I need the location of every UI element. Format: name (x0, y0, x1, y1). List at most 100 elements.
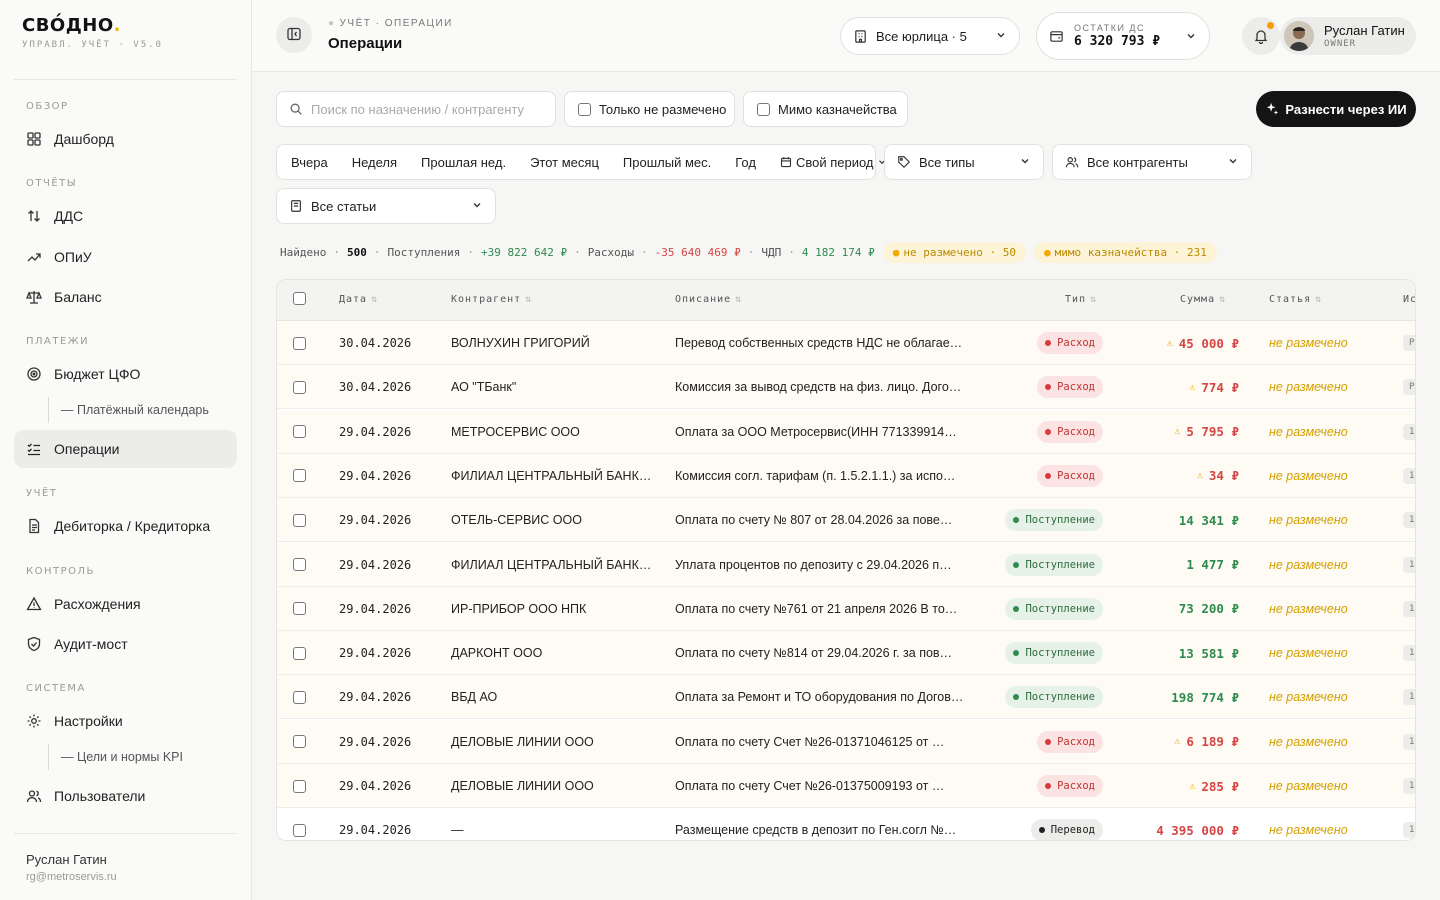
user-menu[interactable]: Руслан Гатин OWNER (1280, 17, 1416, 55)
counterparty-filter[interactable]: Все контрагенты (1052, 144, 1252, 180)
row-article[interactable]: не размечено (1269, 543, 1389, 587)
row-amount-value: 198 774 ₽ (1171, 689, 1239, 705)
period-this-month[interactable]: Этот месяц (518, 155, 611, 170)
select-all-checkbox[interactable] (293, 292, 306, 308)
row-counterparty[interactable]: — (451, 808, 651, 840)
period-year[interactable]: Год (723, 155, 768, 170)
row-checkbox[interactable] (293, 410, 306, 454)
row-article[interactable]: не размечено (1269, 365, 1389, 409)
bypass-treasury-checkbox[interactable]: Мимо казначейства (743, 91, 908, 127)
row-article[interactable]: не размечено (1269, 631, 1389, 675)
row-checkbox[interactable] (293, 675, 306, 719)
row-checkbox[interactable] (293, 498, 306, 542)
row-counterparty[interactable]: ВБД АО (451, 675, 651, 719)
row-counterparty[interactable]: МЕТРОСЕРВИС ООО (451, 410, 651, 454)
notifications-button[interactable] (1242, 17, 1280, 55)
sidebar-item-discrepancies[interactable]: Расхождения (14, 585, 237, 623)
period-yesterday[interactable]: Вчера (279, 155, 340, 170)
checkbox[interactable] (757, 102, 770, 116)
sidebar-item-opiu[interactable]: ОПиУ (14, 238, 237, 276)
row-counterparty[interactable]: АО "ТБанк" (451, 365, 651, 409)
cash-balance-widget[interactable]: ОСТАТКИ ДС 6 320 793 ₽ (1036, 12, 1210, 60)
row-article[interactable]: не размечено (1269, 764, 1389, 808)
treasury-chip[interactable]: ● мимо казначейства · 231 (1033, 241, 1217, 263)
ai-distribute-button[interactable]: Разнести через ИИ (1256, 91, 1416, 127)
sidebar-item-users[interactable]: Пользователи (14, 777, 237, 815)
row-counterparty[interactable]: ДАРКОНТ ООО (451, 631, 651, 675)
only-unassigned-checkbox[interactable]: Только не размечено (564, 91, 735, 127)
search-field[interactable] (276, 91, 556, 127)
sidebar-item-audit[interactable]: Аудит-мост (14, 625, 237, 663)
brand-logo[interactable]: СВО́ДНО. УПРАВЛ. УЧЁТ · V5.0 (22, 15, 163, 50)
sidebar-item-settings[interactable]: Настройки (14, 702, 237, 740)
table-row[interactable]: 29.04.2026 ИР-ПРИБОР ООО НПК Оплата по сче… (277, 586, 1415, 631)
table-row[interactable]: 29.04.2026 ВБД АО Оплата за Ремонт и ТО об… (277, 675, 1415, 720)
col-description[interactable]: Описание ⇅ (675, 294, 742, 305)
table-row[interactable]: 29.04.2026 — Размещение средств в депозит … (277, 808, 1415, 840)
checkbox[interactable] (578, 102, 591, 116)
sidebar-item-balance[interactable]: Баланс (14, 278, 237, 316)
table-row[interactable]: 29.04.2026 ОТЕЛЬ-СЕРВИС ООО Оплата по счет… (277, 498, 1415, 543)
row-counterparty[interactable]: ДЕЛОВЫЕ ЛИНИИ ООО (451, 720, 651, 764)
row-counterparty[interactable]: ДЕЛОВЫЕ ЛИНИИ ООО (451, 764, 651, 808)
row-counterparty[interactable]: ФИЛИАЛ ЦЕНТРАЛЬНЫЙ БАНК… (451, 454, 651, 498)
row-article[interactable]: не размечено (1269, 410, 1389, 454)
row-counterparty[interactable]: ИР-ПРИБОР ООО НПК (451, 587, 651, 631)
table-row[interactable]: 29.04.2026 ДАРКОНТ ООО Оплата по счету №81… (277, 631, 1415, 676)
sidebar-item-debtors[interactable]: Дебиторка / Кредиторка (14, 507, 237, 545)
source-tag: 1 (1403, 512, 1415, 529)
table-row[interactable]: 29.04.2026 ФИЛИАЛ ЦЕНТРАЛЬНЫЙ БАНК… Комисс… (277, 453, 1415, 498)
table-row[interactable]: 30.04.2026 ВОЛНУХИН ГРИГОРИЙ Перевод собст… (277, 321, 1415, 365)
row-checkbox[interactable] (293, 764, 306, 808)
row-checkbox[interactable] (293, 720, 306, 764)
row-checkbox[interactable] (293, 365, 306, 409)
sidebar-item-kpi[interactable]: — Цели и нормы KPI (48, 744, 237, 770)
row-article[interactable]: не размечено (1269, 454, 1389, 498)
row-article[interactable]: не размечено (1269, 720, 1389, 764)
col-counterparty[interactable]: Контрагент ⇅ (451, 294, 532, 305)
collapse-sidebar-button[interactable] (276, 17, 312, 53)
section-accounting: УЧЁТ (26, 488, 58, 499)
row-counterparty[interactable]: ОТЕЛЬ-СЕРВИС ООО (451, 498, 651, 542)
sidebar-item-dashboard[interactable]: Дашборд (14, 120, 237, 158)
row-checkbox[interactable] (293, 454, 306, 498)
chevron-down-icon (1185, 30, 1197, 42)
row-checkbox[interactable] (293, 587, 306, 631)
table-row[interactable]: 29.04.2026 МЕТРОСЕРВИС ООО Оплата за ООО М… (277, 409, 1415, 454)
row-article[interactable]: не размечено (1269, 808, 1389, 840)
col-source[interactable]: Ис (1403, 294, 1415, 305)
col-date[interactable]: Дата ⇅ (339, 294, 378, 305)
col-amount[interactable]: Сумма ⇅ (1180, 294, 1226, 305)
sidebar-item-dds[interactable]: ДДС (14, 197, 237, 235)
row-counterparty[interactable]: ФИЛИАЛ ЦЕНТРАЛЬНЫЙ БАНК… (451, 543, 651, 587)
row-checkbox[interactable] (293, 543, 306, 587)
row-amount-value: 13 581 ₽ (1178, 645, 1239, 661)
sidebar-item-calendar[interactable]: — Платёжный календарь (48, 397, 237, 423)
row-article[interactable]: не размечено (1269, 321, 1389, 365)
table-row[interactable]: 29.04.2026 ДЕЛОВЫЕ ЛИНИИ ООО Оплата по сче… (277, 764, 1415, 808)
period-week[interactable]: Неделя (340, 155, 409, 170)
row-counterparty[interactable]: ВОЛНУХИН ГРИГОРИЙ (451, 321, 651, 365)
row-checkbox[interactable] (293, 321, 306, 365)
col-article[interactable]: Статья ⇅ (1269, 294, 1322, 305)
type-filter[interactable]: Все типы (884, 144, 1044, 180)
article-filter[interactable]: Все статьи (276, 188, 496, 224)
legal-entity-selector[interactable]: Все юрлица · 5 (840, 17, 1020, 55)
row-checkbox[interactable] (293, 808, 306, 840)
search-input[interactable] (311, 101, 541, 117)
row-article[interactable]: не размечено (1269, 498, 1389, 542)
table-row[interactable]: 30.04.2026 АО "ТБанк" Комиссия за вывод ср… (277, 365, 1415, 410)
row-article[interactable]: не размечено (1269, 587, 1389, 631)
table-row[interactable]: 29.04.2026 ДЕЛОВЫЕ ЛИНИИ ООО Оплата по сче… (277, 719, 1415, 764)
period-last-week[interactable]: Прошлая нед. (409, 155, 518, 170)
col-type[interactable]: Тип ⇅ (1065, 294, 1097, 305)
period-last-month[interactable]: Прошлый мес. (611, 155, 723, 170)
unassigned-chip[interactable]: ● не размечено · 50 (882, 241, 1026, 263)
row-checkbox[interactable] (293, 631, 306, 675)
row-article[interactable]: не размечено (1269, 675, 1389, 719)
table-row[interactable]: 29.04.2026 ФИЛИАЛ ЦЕНТРАЛЬНЫЙ БАНК… Уплата… (277, 542, 1415, 587)
sidebar-item-budget[interactable]: Бюджет ЦФО (14, 355, 237, 393)
sidebar: СВО́ДНО. УПРАВЛ. УЧЁТ · V5.0 ОБЗОР Дашбо… (0, 0, 252, 900)
period-custom[interactable]: Свой период (768, 155, 900, 170)
sidebar-item-operations[interactable]: Операции (14, 430, 237, 468)
